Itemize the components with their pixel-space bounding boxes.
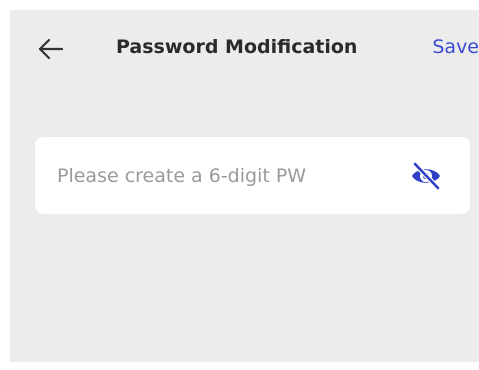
screen: Password Modification Save (10, 10, 479, 362)
password-input[interactable] (57, 137, 397, 214)
save-button[interactable]: Save (432, 36, 479, 58)
header: Password Modification Save (10, 10, 479, 90)
arrow-left-icon (38, 38, 64, 60)
password-field (35, 137, 470, 214)
eye-off-icon (412, 161, 441, 191)
back-button[interactable] (36, 34, 66, 64)
password-visibility-toggle[interactable] (409, 161, 443, 191)
page-title: Password Modification (116, 36, 358, 58)
